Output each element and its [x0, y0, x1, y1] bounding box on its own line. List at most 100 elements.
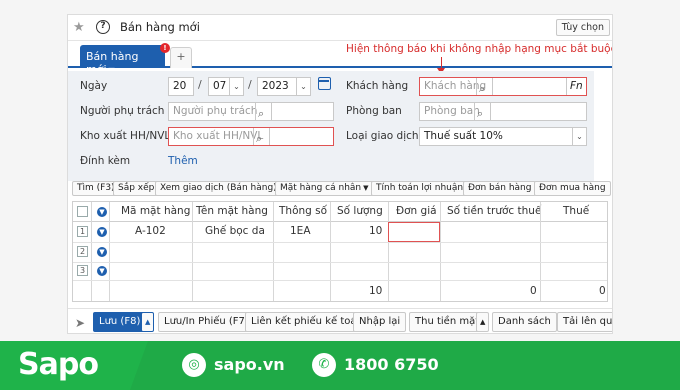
- staff-label: Người phụ trách: [80, 105, 165, 117]
- divider: [490, 103, 491, 120]
- search-icon[interactable]: ⌕: [258, 105, 264, 120]
- phone-icon: ✆: [312, 353, 336, 377]
- date-separator: /: [248, 78, 252, 91]
- link-accounting-button[interactable]: Liên kết phiếu kế toán: [245, 312, 369, 332]
- purchase-order-button[interactable]: Đơn mua hàng: [534, 181, 611, 196]
- title-bar: ★ ? Bán hàng mới Tùy chọn: [68, 15, 612, 41]
- select-all-checkbox[interactable]: [77, 206, 88, 217]
- upload-button[interactable]: Tải lên qua: [557, 312, 612, 332]
- warehouse-placeholder: Kho xuất HH/NVL: [173, 130, 264, 142]
- department-label: Phòng ban: [346, 105, 402, 117]
- date-separator: /: [198, 78, 202, 91]
- divider: [474, 103, 475, 120]
- transaction-type-value: Thuế suất 10%: [424, 130, 503, 142]
- cell-qty[interactable]: 10: [369, 225, 382, 237]
- chevron-down-icon[interactable]: ⌄: [229, 78, 243, 95]
- grid-line: [388, 202, 389, 301]
- save-label: Lưu (F8): [99, 316, 141, 327]
- customer-input[interactable]: Khách hàng ⌕ Fn: [419, 77, 587, 96]
- action-bar: ➤ Lưu (F8) ▲ Lưu/In Phiếu (F7) Liên kết …: [68, 308, 612, 333]
- divider: [255, 103, 256, 120]
- profit-calc-button[interactable]: Tính toán lợi nhuận: [371, 181, 469, 196]
- grid-line: [73, 280, 607, 281]
- star-icon[interactable]: ★: [73, 20, 85, 35]
- total-tax: 0: [599, 285, 606, 297]
- search-icon[interactable]: ⌕: [477, 105, 483, 120]
- date-month-select[interactable]: 07 ⌄: [208, 77, 244, 96]
- reenter-button[interactable]: Nhập lại: [353, 312, 407, 332]
- col-header-price: Đơn giá: [396, 205, 437, 217]
- date-year-select[interactable]: 2023 ⌄: [257, 77, 311, 96]
- grid-line: [440, 202, 441, 301]
- help-icon[interactable]: ?: [96, 20, 110, 34]
- globe-icon: ◎: [182, 353, 206, 377]
- chevron-up-icon: ▲: [480, 318, 486, 326]
- grid-header: ▼ Mã mặt hàng Tên mặt hàng Thông số Số l…: [73, 202, 607, 222]
- price-cell-required[interactable]: [388, 222, 440, 242]
- warehouse-input[interactable]: Kho xuất HH/NVL ⌕: [168, 127, 334, 146]
- department-input[interactable]: Phòng ban ⌕: [419, 102, 587, 121]
- cell-code[interactable]: A-102: [135, 225, 166, 237]
- grid-line: [73, 262, 607, 263]
- grid-line: [192, 202, 193, 301]
- grid-line: [109, 202, 110, 301]
- phone-text: 1800 6750: [344, 355, 439, 374]
- date-year-value: 2023: [262, 80, 289, 92]
- cell-name[interactable]: Ghế bọc da: [205, 225, 265, 237]
- personal-items-button[interactable]: Mặt hàng cá nhân ▼: [275, 181, 374, 196]
- grid-line: [540, 202, 541, 301]
- chevron-down-icon[interactable]: ⌄: [572, 128, 586, 145]
- total-amount: 0: [530, 285, 537, 297]
- search-icon[interactable]: ⌕: [479, 80, 485, 95]
- grid-line: [91, 202, 92, 301]
- staff-input[interactable]: Người phụ trách ⌕: [168, 102, 334, 121]
- alert-badge: !: [160, 43, 170, 53]
- items-grid: ▼ Mã mặt hàng Tên mặt hàng Thông số Số l…: [72, 201, 608, 302]
- window-title: Bán hàng mới: [120, 20, 200, 34]
- sales-order-button[interactable]: Đơn bán hàng: [463, 181, 537, 196]
- collect-menu-button[interactable]: ▲: [476, 312, 490, 332]
- col-header-code: Mã mặt hàng: [121, 205, 191, 217]
- row-number: 1: [77, 226, 88, 237]
- chevron-down-icon[interactable]: ⌄: [296, 78, 310, 95]
- list-button[interactable]: Danh sách: [492, 312, 557, 332]
- search-icon[interactable]: ⌕: [256, 130, 262, 145]
- chevron-down-icon[interactable]: ▼: [363, 184, 368, 192]
- save-menu-button[interactable]: ▲: [141, 312, 155, 332]
- options-button[interactable]: Tùy chọn: [555, 19, 610, 36]
- row-menu-icon[interactable]: ▼: [97, 247, 107, 257]
- divider: [476, 78, 477, 95]
- total-qty: 10: [369, 285, 383, 297]
- sales-window: ★ ? Bán hàng mới Tùy chọn Bán hàng mới▼ …: [67, 14, 613, 334]
- staff-placeholder: Người phụ trách: [173, 105, 258, 117]
- grid-line: [73, 242, 607, 243]
- transaction-type-select[interactable]: Thuế suất 10% ⌄: [419, 127, 587, 146]
- calendar-icon[interactable]: [318, 77, 331, 90]
- divider: [566, 78, 567, 95]
- add-tab-button[interactable]: +: [170, 47, 192, 68]
- save-button[interactable]: Lưu (F8): [93, 312, 147, 332]
- row-number: 3: [77, 265, 88, 276]
- col-header-name: Tên mặt hàng: [196, 205, 268, 217]
- save-print-button[interactable]: Lưu/In Phiếu (F7): [158, 312, 255, 332]
- required-field-annotation: Hiện thông báo khi không nhập hạng mục b…: [346, 43, 613, 55]
- function-key-button[interactable]: Fn: [570, 78, 583, 95]
- collect-cash-button[interactable]: Thu tiền mặt: [409, 312, 486, 332]
- row-menu-icon[interactable]: ▼: [97, 266, 107, 276]
- sort-button[interactable]: Sắp xếp: [113, 181, 160, 196]
- grid-toolbar: Tìm (F3) Sắp xếp Xem giao dịch (Bán hàng…: [68, 181, 612, 197]
- col-header-amount: Số tiền trước thuế: [447, 205, 542, 217]
- date-month-value: 07: [213, 80, 227, 92]
- date-day-input[interactable]: 20: [168, 77, 194, 96]
- brand-footer: Sapo ◎ sapo.vn ✆ 1800 6750: [0, 341, 680, 390]
- tab-new-sale[interactable]: Bán hàng mới▼ !: [80, 43, 170, 76]
- view-transactions-button[interactable]: Xem giao dịch (Bán hàng)▼: [155, 181, 290, 196]
- attach-link[interactable]: Thêm: [168, 155, 198, 167]
- download-icon[interactable]: ▼: [97, 207, 107, 217]
- row-menu-icon[interactable]: ▼: [97, 227, 107, 237]
- personal-items-label: Mặt hàng cá nhân: [280, 183, 362, 193]
- send-icon[interactable]: ➤: [75, 316, 85, 330]
- sapo-logo: Sapo: [18, 347, 99, 382]
- cell-spec[interactable]: 1EA: [290, 225, 311, 237]
- header-form: Ngày 20 / 07 ⌄ / 2023 ⌄ Người phụ trách Ng…: [68, 71, 594, 181]
